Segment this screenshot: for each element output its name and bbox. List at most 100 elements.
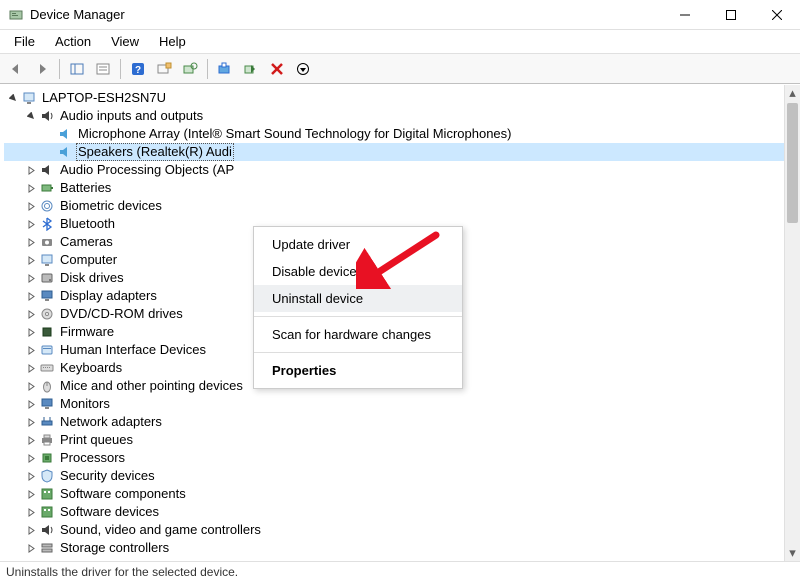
ctx-scan-hardware[interactable]: Scan for hardware changes xyxy=(254,321,462,348)
forward-button[interactable] xyxy=(30,57,54,81)
tree-device-item[interactable]: Microphone Array (Intel® Smart Sound Tec… xyxy=(4,125,800,143)
expand-icon[interactable] xyxy=(24,523,38,537)
tree-category-label: Storage controllers xyxy=(58,539,171,557)
expand-icon[interactable] xyxy=(24,343,38,357)
computer-icon xyxy=(39,252,55,268)
ctx-disable-device[interactable]: Disable device xyxy=(254,258,462,285)
tree-category[interactable]: Software devices xyxy=(4,503,800,521)
expand-icon[interactable] xyxy=(24,415,38,429)
close-button[interactable] xyxy=(754,0,800,30)
cpu-icon xyxy=(39,450,55,466)
uninstall-device-button[interactable] xyxy=(265,57,289,81)
tree-category[interactable]: Monitors xyxy=(4,395,800,413)
expand-icon[interactable] xyxy=(24,469,38,483)
tree-category-label: Biometric devices xyxy=(58,197,164,215)
scrollbar[interactable]: ▴ ▾ xyxy=(784,85,800,561)
expand-icon[interactable] xyxy=(24,181,38,195)
firmware-icon xyxy=(39,324,55,340)
statusbar: Uninstalls the driver for the selected d… xyxy=(0,561,800,581)
expand-icon[interactable] xyxy=(24,325,38,339)
ctx-uninstall-device[interactable]: Uninstall device xyxy=(254,285,462,312)
expand-icon[interactable] xyxy=(24,289,38,303)
expand-icon[interactable] xyxy=(24,505,38,519)
tree-category[interactable]: Print queues xyxy=(4,431,800,449)
tree-device-speakers[interactable]: Speakers (Realtek(R) Audi xyxy=(4,143,800,161)
context-menu: Update driver Disable device Uninstall d… xyxy=(253,226,463,389)
tree-category-audio[interactable]: Audio inputs and outputs xyxy=(4,107,800,125)
tree-category-label: Audio Processing Objects (AP xyxy=(58,161,236,179)
bluetooth-icon xyxy=(39,216,55,232)
menu-view[interactable]: View xyxy=(101,32,149,51)
expand-icon[interactable] xyxy=(24,217,38,231)
tree-category-label: Human Interface Devices xyxy=(58,341,208,359)
expand-icon[interactable] xyxy=(24,307,38,321)
expand-icon[interactable] xyxy=(24,451,38,465)
show-hide-console-tree-button[interactable] xyxy=(65,57,89,81)
tree-category[interactable]: Network adapters xyxy=(4,413,800,431)
tree-category-label: Monitors xyxy=(58,395,112,413)
tree-category[interactable]: Storage controllers xyxy=(4,539,800,557)
tree-device-label: Speakers (Realtek(R) Audi xyxy=(76,143,234,161)
speaker-icon xyxy=(57,126,73,142)
tree-category[interactable]: Security devices xyxy=(4,467,800,485)
action-icon-button[interactable] xyxy=(152,57,176,81)
network-icon xyxy=(39,414,55,430)
tree-category-label: Cameras xyxy=(58,233,115,251)
toolbar-extra-button[interactable] xyxy=(291,57,315,81)
tree-category-label: Software components xyxy=(58,485,188,503)
back-button[interactable] xyxy=(4,57,28,81)
maximize-button[interactable] xyxy=(708,0,754,30)
expand-icon[interactable] xyxy=(24,235,38,249)
titlebar: Device Manager xyxy=(0,0,800,30)
expand-icon[interactable] xyxy=(24,433,38,447)
scrollbar-thumb[interactable] xyxy=(787,103,798,223)
window-title: Device Manager xyxy=(30,7,662,22)
ctx-update-driver[interactable]: Update driver xyxy=(254,231,462,258)
tree-category[interactable]: Batteries xyxy=(4,179,800,197)
tree-root-label: LAPTOP-ESH2SN7U xyxy=(40,89,168,107)
ctx-properties[interactable]: Properties xyxy=(254,357,462,384)
expand-icon[interactable] xyxy=(24,271,38,285)
expand-icon[interactable] xyxy=(6,91,20,105)
tree-category[interactable]: Audio Processing Objects (AP xyxy=(4,161,800,179)
expand-icon[interactable] xyxy=(24,163,38,177)
expand-icon[interactable] xyxy=(24,379,38,393)
expand-icon[interactable] xyxy=(24,487,38,501)
tree-category[interactable]: Biometric devices xyxy=(4,197,800,215)
expand-icon[interactable] xyxy=(24,361,38,375)
help-button[interactable]: ? xyxy=(126,57,150,81)
disable-device-button[interactable] xyxy=(239,57,263,81)
expand-icon[interactable] xyxy=(24,541,38,555)
tree-root[interactable]: LAPTOP-ESH2SN7U xyxy=(4,89,800,107)
tree-category-label: Bluetooth xyxy=(58,215,117,233)
tree-category[interactable]: Sound, video and game controllers xyxy=(4,521,800,539)
sw-icon xyxy=(39,486,55,502)
tree-category[interactable]: Software components xyxy=(4,485,800,503)
properties-icon-button[interactable] xyxy=(91,57,115,81)
tree-category[interactable]: Processors xyxy=(4,449,800,467)
scrollbar-down-arrow[interactable]: ▾ xyxy=(785,545,800,561)
expand-icon[interactable] xyxy=(24,109,38,123)
minimize-button[interactable] xyxy=(662,0,708,30)
tree-category-label: Computer xyxy=(58,251,119,269)
tree-device-label: Microphone Array (Intel® Smart Sound Tec… xyxy=(76,125,514,143)
toolbar-separator xyxy=(120,59,121,79)
expand-icon[interactable] xyxy=(24,397,38,411)
update-driver-button[interactable] xyxy=(213,57,237,81)
scan-hardware-button[interactable] xyxy=(178,57,202,81)
tree-category-label: Display adapters xyxy=(58,287,159,305)
tree-category-label: Batteries xyxy=(58,179,113,197)
storage-icon xyxy=(39,540,55,556)
expand-icon[interactable] xyxy=(24,253,38,267)
expand-icon[interactable] xyxy=(24,199,38,213)
menu-help[interactable]: Help xyxy=(149,32,196,51)
statusbar-text: Uninstalls the driver for the selected d… xyxy=(6,565,238,579)
scrollbar-up-arrow[interactable]: ▴ xyxy=(785,85,800,101)
tree-category-label: Firmware xyxy=(58,323,116,341)
menu-file[interactable]: File xyxy=(4,32,45,51)
tree-category-label: DVD/CD-ROM drives xyxy=(58,305,185,323)
display-icon xyxy=(39,288,55,304)
tree-category-label: Disk drives xyxy=(58,269,126,287)
speaker-icon xyxy=(57,144,73,160)
menu-action[interactable]: Action xyxy=(45,32,101,51)
